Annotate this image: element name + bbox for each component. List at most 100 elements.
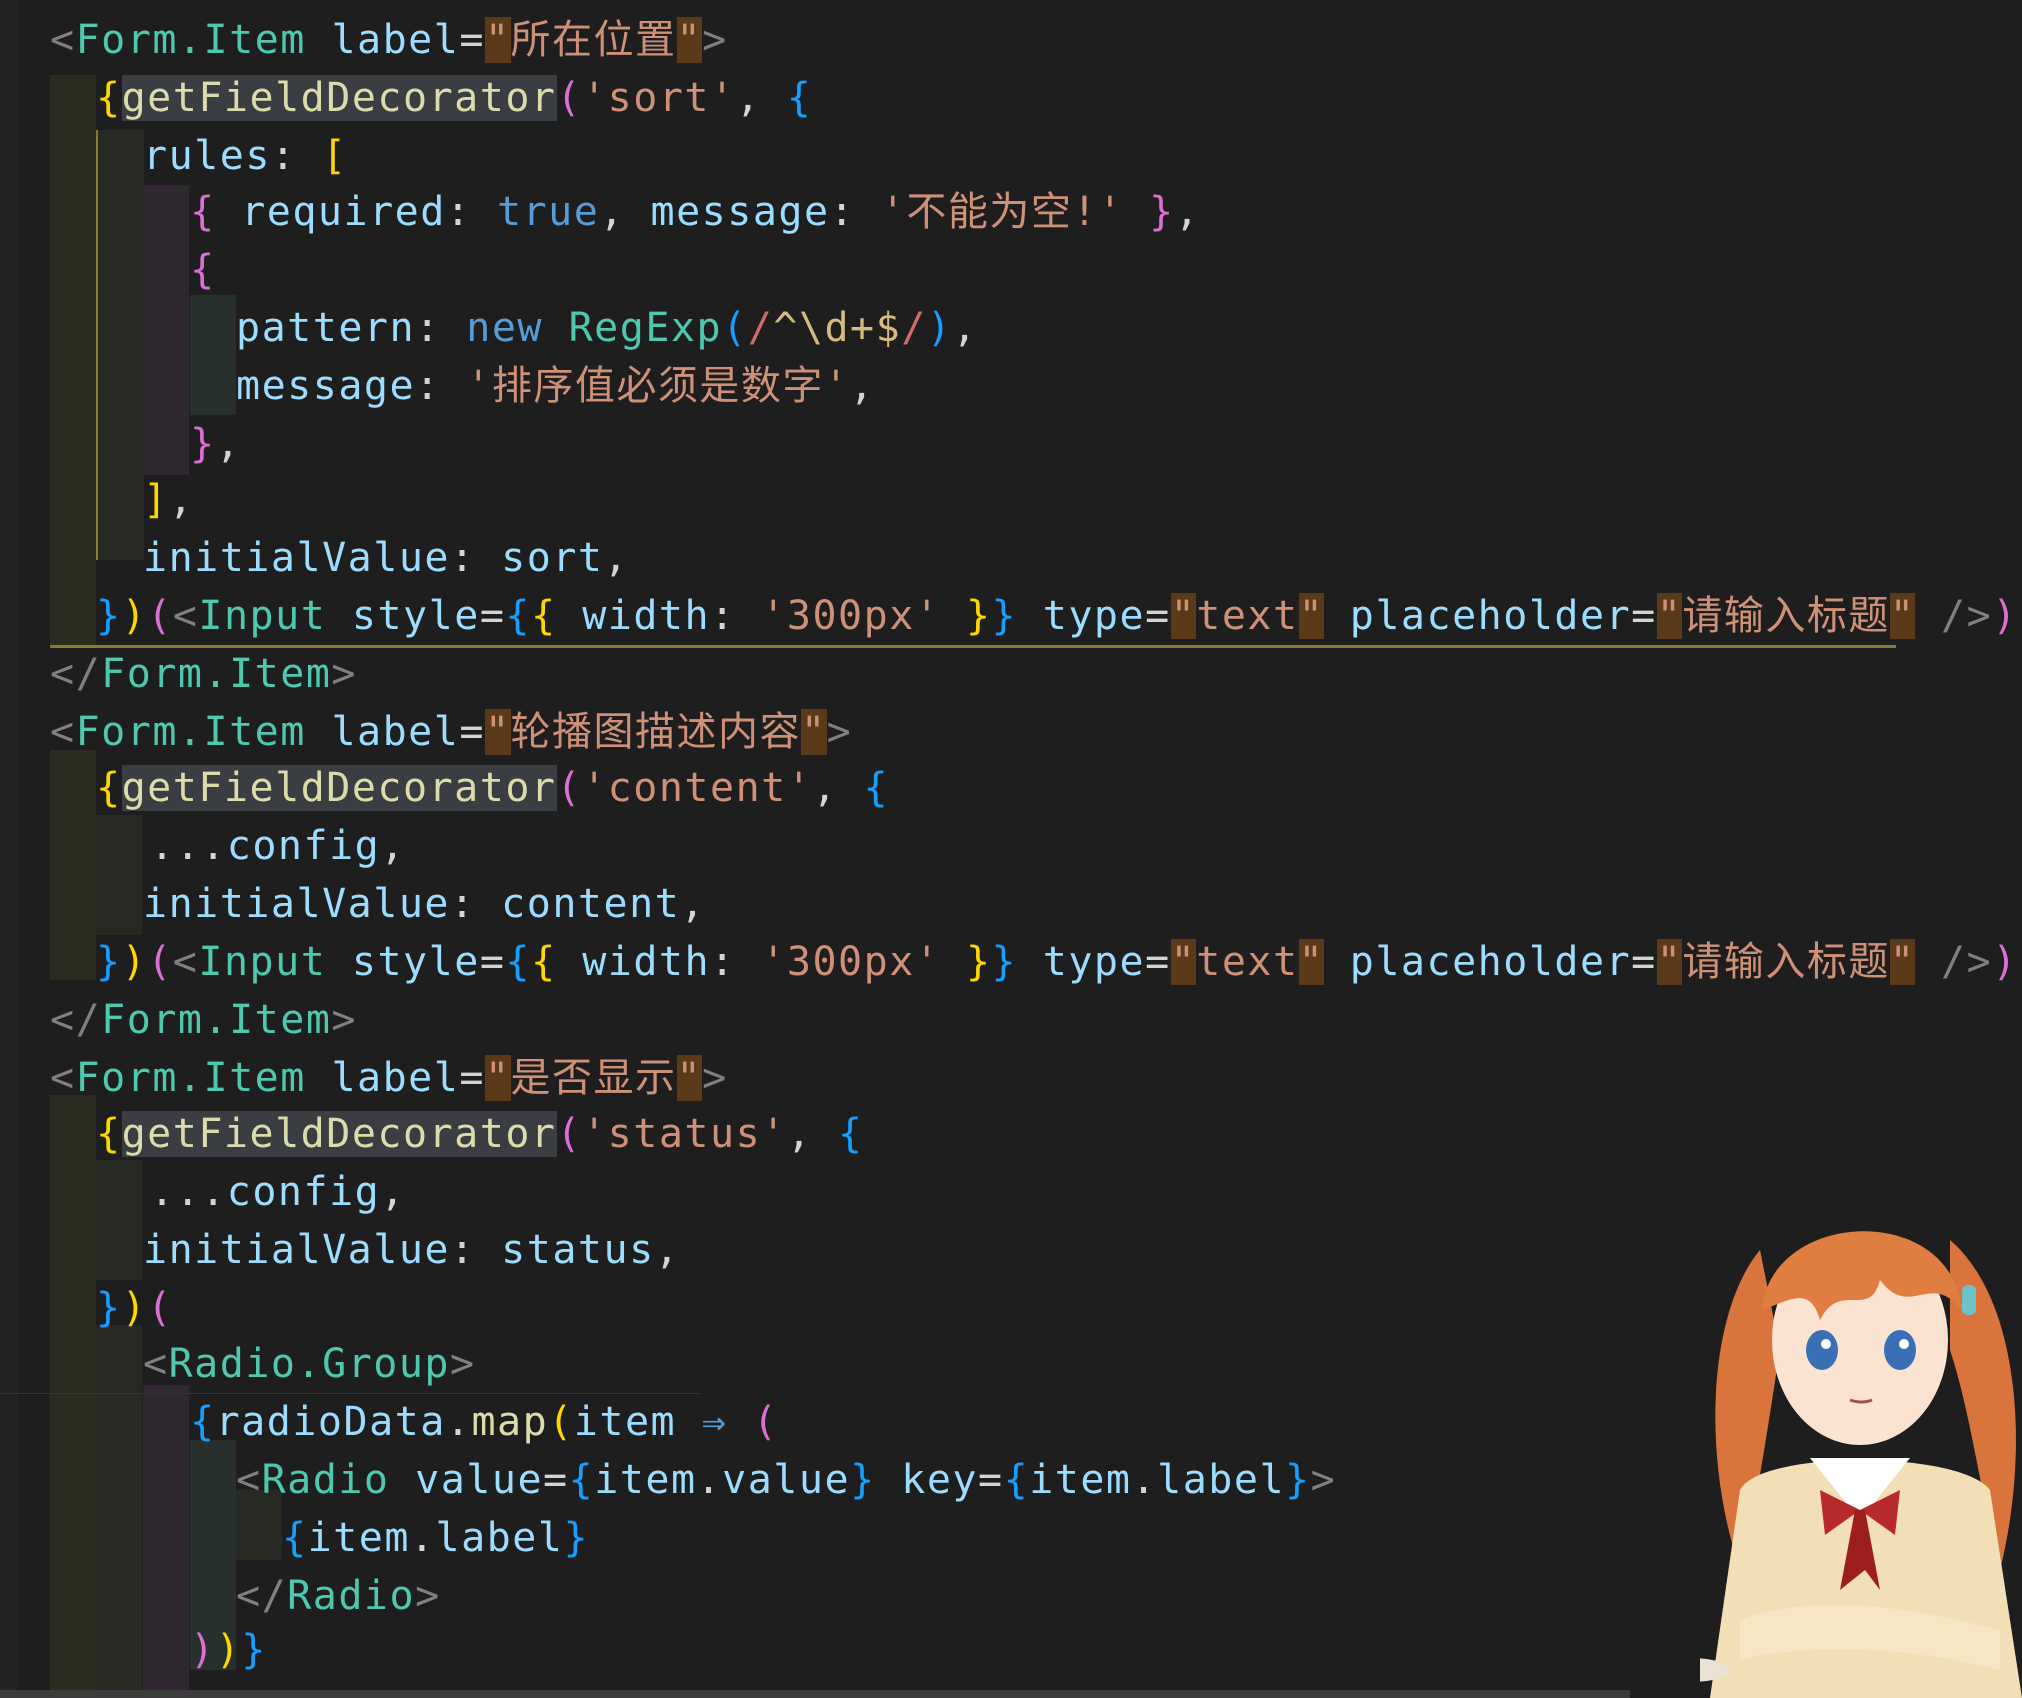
code-token: '300px' [761,593,941,639]
code-token: } [991,939,1018,985]
code-token: item [1029,1457,1132,1503]
code-token: Radio [287,1573,416,1619]
indent-guide [50,75,96,645]
code-token: " [1656,593,1683,639]
code-token: , [168,477,195,523]
code-line[interactable]: ], [143,472,194,528]
code-line[interactable]: {getFieldDecorator('status', { [96,1106,864,1162]
code-token: > [331,997,358,1043]
code-token: ] [143,477,169,523]
code-token: </ [236,1573,288,1619]
code-line[interactable]: ...config, [150,818,406,874]
code-line[interactable]: { required: true, message: '不能为空!' }, [190,184,1200,240]
code-token: item [573,1399,677,1445]
code-token: RegExp [568,305,723,351]
code-token: : [449,881,502,927]
code-token: } [2018,939,2022,985]
code-token: = [1631,593,1657,639]
code-token: = [459,1055,485,1101]
code-token: placeholder [1349,593,1632,639]
code-token: < [236,1457,262,1503]
code-token: / [747,305,774,351]
code-token: , [654,1227,681,1273]
code-line[interactable]: message: '排序值必须是数字', [236,358,875,414]
code-token: ) [926,305,953,351]
horizontal-scrollbar[interactable] [0,1690,1630,1698]
indent-guide [190,295,236,415]
code-token: , [735,75,787,121]
code-token: " [484,17,511,63]
code-line[interactable]: initialValue: content, [143,876,706,932]
code-token: ) [190,1627,216,1673]
code-line[interactable]: </Radio> [236,1568,441,1624]
code-line[interactable]: rules: [ [143,128,348,184]
code-token: " [1170,593,1197,639]
code-token: . [696,1457,723,1503]
code-line[interactable]: </Form.Item> [50,646,357,702]
code-token: = [1145,593,1171,639]
code-line[interactable]: }, [190,416,241,472]
code-token: ( [556,765,583,811]
code-line[interactable]: {radioData.map(item ⇒ ( [190,1394,778,1450]
code-token: { [190,247,216,293]
code-token: 所在位置 [510,17,677,63]
code-line[interactable]: })( [96,1280,173,1336]
code-token: ) [121,1285,148,1331]
code-token: ( [556,75,583,121]
code-token: placeholder [1349,939,1632,985]
code-token: 是否显示 [510,1055,677,1101]
code-line[interactable]: <Radio.Group> [143,1336,476,1392]
code-token: = [978,1457,1004,1503]
code-token: { [1003,1457,1030,1503]
code-line[interactable]: {getFieldDecorator('content', { [96,760,889,816]
code-token: style [351,939,480,985]
code-token: ... [150,1169,227,1215]
code-token: ) [121,593,148,639]
code-line[interactable]: initialValue: status, [143,1222,680,1278]
code-token: 'content' [582,765,813,811]
code-line[interactable]: ...config, [150,1164,406,1220]
code-line[interactable]: { [190,242,216,298]
code-token: label [331,709,460,755]
code-token: '不能为空!' [880,189,1124,235]
code-line[interactable]: <Form.Item label="轮播图描述内容"> [50,704,852,760]
code-line[interactable]: <Form.Item label="是否显示"> [50,1050,728,1106]
code-token: { [96,75,122,121]
code-line[interactable]: </Form.Item> [50,992,357,1048]
code-token: label [331,17,460,63]
indent-guide [143,185,189,475]
code-token: ^\d+$ [773,305,902,351]
code-token: type [1042,593,1146,639]
code-token: " [801,709,827,755]
code-token: , [380,1169,406,1215]
code-line[interactable]: <Form.Item label="所在位置"> [50,12,728,68]
code-token: initialValue [143,881,450,927]
code-token: " [1298,593,1325,639]
code-line[interactable]: {item.label} [282,1510,589,1566]
code-line[interactable]: initialValue: sort, [143,530,629,586]
code-token: , [952,305,978,351]
indent-guide [50,750,96,980]
code-line[interactable]: <Radio value={item.value} key={item.labe… [236,1452,1336,1508]
code-token: </ [50,997,102,1043]
code-token: ( [722,305,748,351]
code-token: ( [147,1285,173,1331]
code-token: ) [121,939,148,985]
code-editor[interactable]: <Form.Item label="所在位置"> {getFieldDecora… [0,0,2022,1698]
code-line[interactable]: ))} [190,1622,267,1678]
code-line[interactable]: })(<Input style={{ width: '300px' }} typ… [96,934,2022,990]
code-token: ) [1992,939,2018,985]
code-line[interactable]: pattern: new RegExp(/^\d+$/), [236,300,978,356]
code-line[interactable]: })(<Input style={{ width: '300px' }} typ… [96,588,2022,644]
code-token: { [96,1111,122,1157]
code-line[interactable]: {getFieldDecorator('sort', { [96,70,812,126]
code-token: 请输入标题 [1682,939,1890,985]
